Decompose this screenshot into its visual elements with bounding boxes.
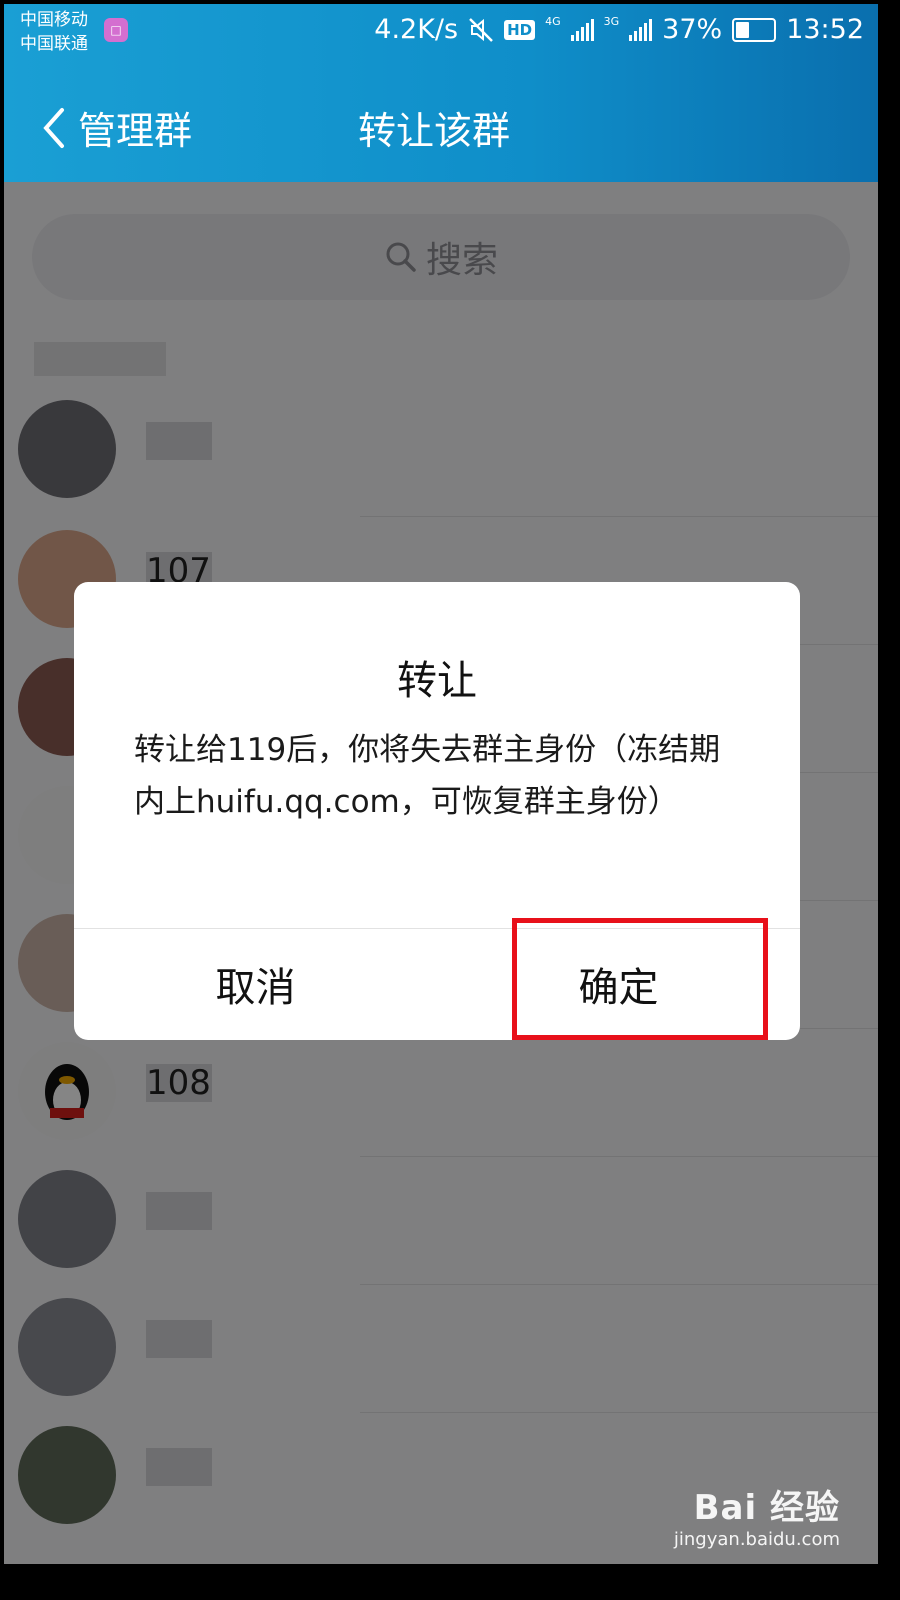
signal-icon-2 bbox=[629, 18, 653, 41]
cancel-button[interactable]: 取消 bbox=[74, 928, 437, 1040]
top-bar: 中国移动 中国联通 □ 4.2K/s HD 4G 3G 37% 13:52 管理… bbox=[4, 4, 878, 182]
watermark-logo: Bai 经验 bbox=[693, 1488, 840, 1528]
clock: 13:52 bbox=[786, 14, 864, 45]
watermark: Bai 经验 jingyan.baidu.com bbox=[674, 1480, 840, 1550]
battery-percent: 37% bbox=[662, 14, 723, 45]
status-bar: 中国移动 中国联通 □ 4.2K/s HD 4G 3G 37% 13:52 bbox=[4, 4, 878, 62]
nav-header: 管理群 转让该群 bbox=[4, 74, 878, 174]
watermark-url: jingyan.baidu.com bbox=[673, 1529, 840, 1550]
network-speed: 4.2K/s bbox=[374, 14, 459, 45]
back-label: 管理群 bbox=[78, 109, 193, 153]
carrier-2: 中国联通 bbox=[20, 34, 88, 54]
back-button[interactable]: 管理群 bbox=[40, 100, 192, 155]
status-indicators: 4.2K/s HD 4G 3G 37% 13:52 bbox=[374, 14, 864, 45]
signal-icon-1 bbox=[570, 18, 594, 41]
network-type-2: 3G bbox=[603, 15, 620, 28]
dialog-title: 转让 bbox=[397, 658, 477, 704]
battery-icon bbox=[732, 17, 777, 42]
notification-app-icon: □ bbox=[104, 18, 128, 42]
network-type-1: 4G bbox=[545, 15, 561, 28]
carrier-1: 中国移动 bbox=[20, 10, 88, 30]
page-title: 转让该群 bbox=[358, 109, 511, 153]
chevron-left-icon bbox=[43, 107, 64, 148]
mute-icon bbox=[469, 17, 493, 42]
dialog-message: 转让给119后，你将失去群主身份（冻结期内上huifu.qq.com，可恢复群主… bbox=[134, 732, 721, 820]
carrier-info: 中国移动 中国联通 bbox=[20, 8, 88, 56]
hd-badge: HD bbox=[504, 19, 536, 40]
confirm-highlight-box bbox=[512, 918, 768, 1040]
